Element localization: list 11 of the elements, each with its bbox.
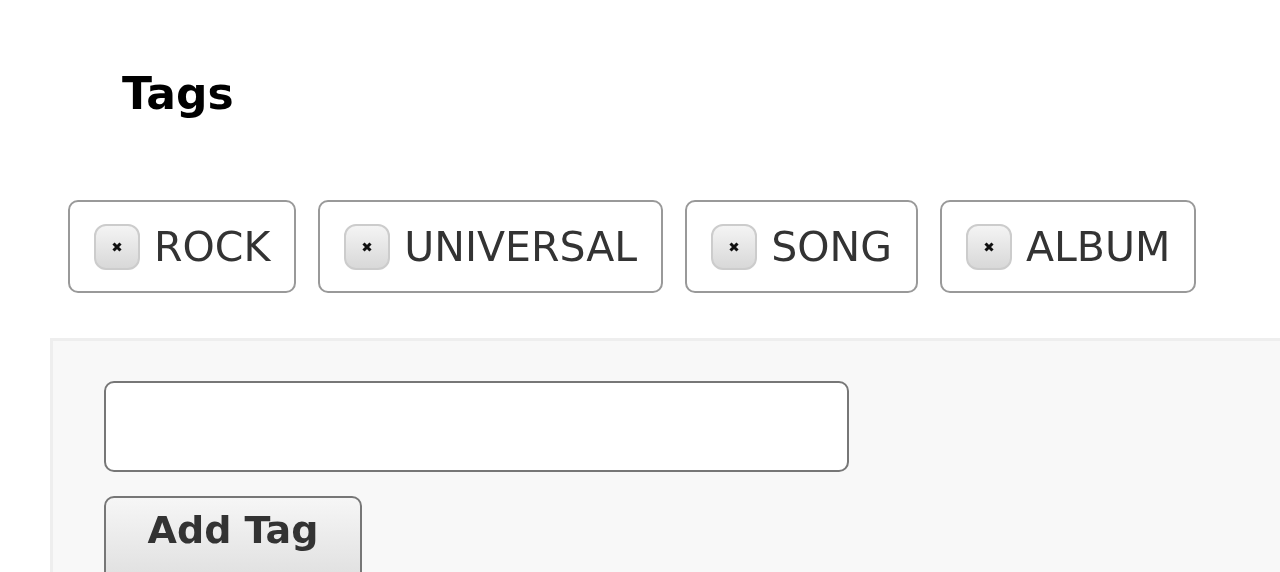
close-icon[interactable] — [965, 223, 1012, 270]
section-title: Tags — [121, 67, 235, 121]
tag-label: SONG — [771, 222, 892, 271]
add-tag-button[interactable]: Add Tag — [104, 496, 362, 572]
tag-label: ROCK — [154, 222, 271, 271]
tag-input-field[interactable] — [104, 381, 849, 472]
tag-label: UNIVERSAL — [404, 222, 638, 271]
close-icon[interactable] — [344, 223, 391, 270]
close-icon[interactable] — [711, 223, 758, 270]
close-icon[interactable] — [94, 223, 140, 270]
tag-label: ALBUM — [1025, 222, 1171, 271]
